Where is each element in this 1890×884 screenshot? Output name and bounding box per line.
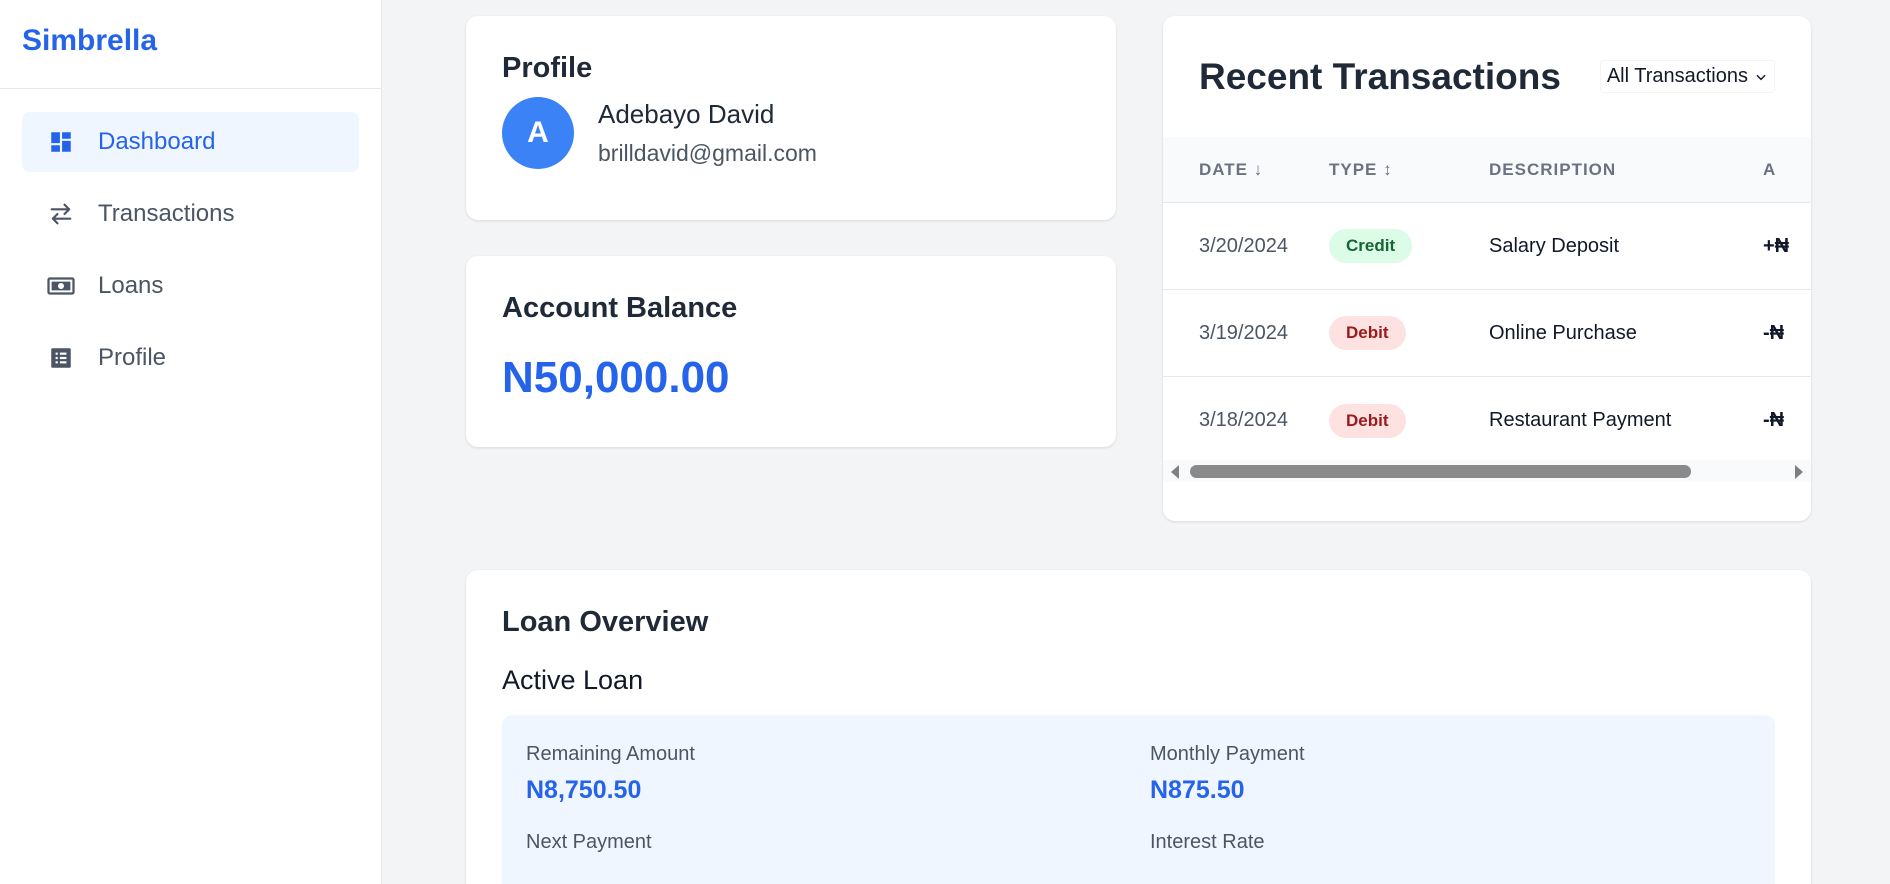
table-row: 3/18/2024 Debit Restaurant Payment -₦ — [1163, 377, 1811, 464]
profile-card: Profile A Adebayo David brilldavid@gmail… — [466, 16, 1116, 220]
profile-email: brilldavid@gmail.com — [598, 140, 817, 166]
transactions-header: Recent Transactions All Transactions — [1163, 16, 1811, 137]
row-amount: +₦ — [1763, 234, 1790, 257]
table-header: DATE ↓ TYPE ↕ DESCRIPTION A — [1163, 137, 1811, 203]
banknote-icon — [46, 271, 76, 301]
profile-card-title: Profile — [502, 52, 593, 84]
column-header-date[interactable]: DATE ↓ — [1163, 160, 1329, 180]
interest-rate-field: Interest Rate — [1150, 831, 1751, 864]
table-row: 3/20/2024 Credit Salary Deposit +₦ — [1163, 203, 1811, 290]
next-payment-field: Next Payment — [526, 831, 1150, 864]
column-header-type[interactable]: TYPE ↕ — [1329, 160, 1489, 180]
dashboard-icon — [46, 127, 76, 157]
avatar: A — [502, 97, 574, 169]
active-loan-heading: Active Loan — [502, 665, 644, 695]
filter-selected-value: All Transactions — [1606, 65, 1748, 87]
sidebar-item-label: Transactions — [98, 200, 235, 227]
horizontal-scrollbar[interactable] — [1163, 460, 1811, 482]
row-date: 3/18/2024 — [1199, 409, 1288, 431]
row-description: Salary Deposit — [1489, 234, 1620, 257]
interest-rate-label: Interest Rate — [1150, 831, 1265, 853]
transactions-table: DATE ↓ TYPE ↕ DESCRIPTION A 3/20/2024 Cr… — [1163, 137, 1811, 464]
row-date: 3/19/2024 — [1199, 321, 1288, 344]
sidebar-item-loans[interactable]: Loans — [22, 256, 359, 316]
remaining-amount-label: Remaining Amount — [526, 743, 695, 765]
active-loan-details: Remaining Amount N8,750.50 Monthly Payme… — [502, 715, 1775, 884]
transactions-title: Recent Transactions — [1199, 55, 1561, 97]
transactions-filter-select[interactable]: All Transactions — [1599, 60, 1775, 93]
sidebar-item-label: Loans — [98, 272, 164, 299]
monthly-payment-field: Monthly Payment N875.50 — [1150, 743, 1751, 805]
chevron-down-icon — [1756, 74, 1766, 80]
loan-card-title: Loan Overview — [502, 606, 709, 638]
remaining-amount-field: Remaining Amount N8,750.50 — [526, 743, 1150, 805]
profile-info: A Adebayo David brilldavid@gmail.com — [502, 97, 1080, 169]
row-description: Online Purchase — [1489, 321, 1637, 344]
brand-logo[interactable]: Simbrella — [0, 0, 381, 89]
profile-name: Adebayo David — [598, 99, 775, 129]
balance-card-title: Account Balance — [502, 292, 738, 324]
sidebar-item-profile[interactable]: Profile — [22, 328, 359, 388]
sidebar-nav: Dashboard Transactions Loans Profile — [0, 89, 381, 423]
list-icon — [46, 343, 76, 373]
scroll-left-icon[interactable] — [1171, 465, 1179, 479]
status-badge: Credit — [1329, 229, 1413, 263]
remaining-amount-value: N8,750.50 — [526, 776, 642, 804]
balance-card: Account Balance N50,000.00 — [466, 256, 1116, 447]
balance-amount: N50,000.00 — [502, 353, 730, 402]
monthly-payment-value: N875.50 — [1150, 776, 1245, 804]
sidebar: Simbrella Dashboard Transactions Loans P… — [0, 0, 382, 884]
row-amount: -₦ — [1763, 409, 1785, 431]
row-date: 3/20/2024 — [1199, 234, 1288, 257]
monthly-payment-label: Monthly Payment — [1150, 743, 1305, 765]
status-badge: Debit — [1329, 316, 1406, 350]
column-header-amount: A — [1763, 159, 1777, 179]
sidebar-item-dashboard[interactable]: Dashboard — [22, 112, 359, 172]
sidebar-item-transactions[interactable]: Transactions — [22, 184, 359, 244]
row-amount: -₦ — [1763, 321, 1785, 344]
loan-overview-card: Loan Overview Active Loan Remaining Amou… — [466, 570, 1811, 884]
transactions-card: Recent Transactions All Transactions DAT… — [1163, 16, 1811, 521]
column-header-description: DESCRIPTION — [1489, 159, 1617, 179]
swap-arrows-icon — [46, 199, 76, 229]
row-description: Restaurant Payment — [1489, 409, 1672, 431]
scroll-right-icon[interactable] — [1795, 465, 1803, 479]
next-payment-label: Next Payment — [526, 831, 652, 853]
scroll-thumb[interactable] — [1190, 465, 1691, 478]
sidebar-item-label: Profile — [98, 344, 167, 371]
status-badge: Debit — [1329, 403, 1406, 438]
table-row: 3/19/2024 Debit Online Purchase -₦ — [1163, 290, 1811, 377]
sidebar-item-label: Dashboard — [98, 128, 216, 155]
